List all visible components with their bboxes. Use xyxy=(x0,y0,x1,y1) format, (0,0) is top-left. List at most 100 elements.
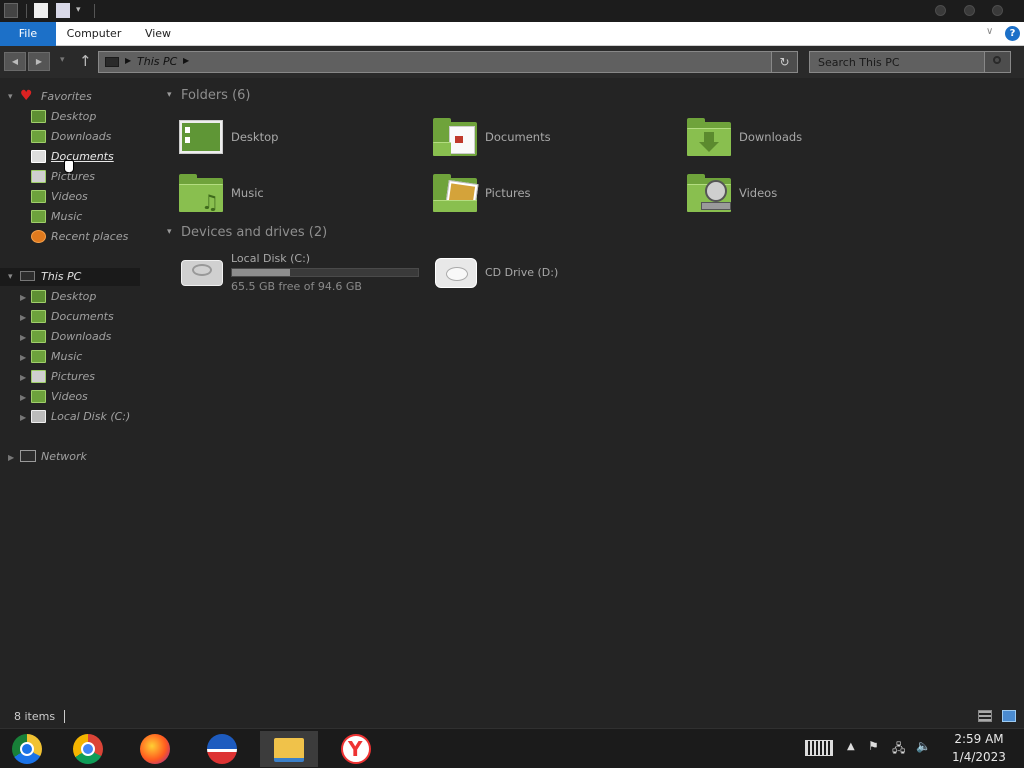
large-icons-view-icon[interactable] xyxy=(1002,710,1016,722)
up-arrow-icon[interactable]: ↑ xyxy=(79,52,92,70)
folder-tile-desktop[interactable]: Desktop xyxy=(179,118,419,162)
hard-drive-icon xyxy=(181,260,223,286)
nav-favorites-label: Favorites xyxy=(41,90,92,103)
action-center-flag-icon[interactable]: ⚑ xyxy=(868,739,879,753)
documents-folder-icon xyxy=(31,310,46,323)
maximize-button[interactable] xyxy=(964,5,975,16)
music-folder-icon xyxy=(31,210,46,223)
clock-time[interactable]: 2:59 AM xyxy=(944,732,1014,746)
search-input[interactable]: Search This PC xyxy=(818,56,900,69)
drive-tile-local-disk[interactable]: Local Disk (C:) 65.5 GB free of 94.6 GB xyxy=(179,252,419,296)
customize-chevron-icon[interactable]: ▾ xyxy=(76,5,81,15)
pictures-folder-icon xyxy=(433,174,479,212)
touch-keyboard-icon[interactable] xyxy=(805,740,833,756)
collapse-arrow-icon[interactable]: ▾ xyxy=(167,90,172,100)
recent-places-icon xyxy=(31,230,46,243)
navigation-pane: ▾ ♥ Favorites Desktop Downloads Document… xyxy=(0,78,150,698)
videos-folder-icon xyxy=(31,390,46,403)
back-button[interactable]: ◀ xyxy=(4,52,26,71)
properties-icon[interactable] xyxy=(34,3,48,18)
folders-group-header[interactable]: Folders (6) xyxy=(181,88,251,103)
collapse-arrow-icon[interactable]: ▾ xyxy=(8,92,13,102)
expand-arrow-icon[interactable]: ▶ xyxy=(20,293,26,302)
videos-folder-icon xyxy=(687,174,731,212)
new-folder-icon[interactable] xyxy=(56,3,70,18)
address-bar[interactable]: ▶ This PC ▶ ↻ xyxy=(98,51,798,73)
videos-folder-icon xyxy=(31,190,46,203)
network-tray-icon[interactable]: 🖧 xyxy=(892,739,905,760)
folder-label: Pictures xyxy=(485,186,531,200)
tab-computer[interactable]: Computer xyxy=(62,22,126,46)
chrome-taskbar-icon[interactable] xyxy=(61,731,115,767)
refresh-icon[interactable]: ↻ xyxy=(771,52,797,72)
nav-network-label: Network xyxy=(41,450,87,463)
taskbar: Y ▲ ⚑ 🖧 🔈 2:59 AM 1/4/2023 xyxy=(0,728,1024,768)
collapse-arrow-icon[interactable]: ▾ xyxy=(167,227,172,237)
computer-icon xyxy=(20,271,35,281)
folder-label: Desktop xyxy=(231,130,279,144)
drive-name: CD Drive (D:) xyxy=(485,266,559,279)
folder-label: Documents xyxy=(485,130,551,144)
forward-button[interactable]: ▶ xyxy=(28,52,50,71)
folder-tile-downloads[interactable]: Downloads xyxy=(687,118,927,162)
drive-icon xyxy=(31,410,46,423)
collapse-arrow-icon[interactable]: ▾ xyxy=(8,272,13,282)
drive-name: Local Disk (C:) xyxy=(231,252,311,265)
expand-arrow-icon[interactable]: ▶ xyxy=(8,453,14,462)
close-button[interactable] xyxy=(992,5,1003,16)
nav-network[interactable]: Network xyxy=(41,448,87,466)
status-bar: 8 items xyxy=(0,706,1024,728)
computer-icon xyxy=(105,57,119,67)
breadcrumb-chevron-icon[interactable]: ▶ xyxy=(183,56,189,65)
documents-folder-icon xyxy=(433,118,477,156)
folder-tile-music[interactable]: ♫ Music xyxy=(179,174,419,218)
drive-tile-cd-drive[interactable]: CD Drive (D:) xyxy=(433,252,673,296)
nav-this-pc[interactable]: This PC xyxy=(41,268,81,286)
yandex-taskbar-icon[interactable]: Y xyxy=(329,731,383,767)
navigation-bar: ◀ ▶ ▾ ↑ ▶ This PC ▶ ↻ Search This PC xyxy=(0,46,1024,78)
heart-icon: ♥ xyxy=(20,88,33,104)
clock-date[interactable]: 1/4/2023 xyxy=(944,750,1014,764)
music-folder-icon xyxy=(31,350,46,363)
nav-favorites[interactable]: Favorites xyxy=(41,88,92,106)
folder-tile-pictures[interactable]: Pictures xyxy=(433,174,673,218)
network-icon xyxy=(20,450,36,462)
recent-locations-icon[interactable]: ▾ xyxy=(60,55,65,65)
title-bar: ▾ xyxy=(0,0,1024,22)
item-count: 8 items xyxy=(14,710,56,723)
browser-taskbar-icon[interactable] xyxy=(195,731,249,767)
tab-view[interactable]: View xyxy=(136,22,180,46)
chrome-canary-taskbar-icon[interactable] xyxy=(0,731,54,767)
search-box[interactable]: Search This PC xyxy=(809,51,1011,73)
drive-free-space: 65.5 GB free of 94.6 GB xyxy=(231,280,362,293)
separator xyxy=(64,710,65,723)
documents-folder-icon xyxy=(31,150,46,163)
expand-arrow-icon[interactable]: ▶ xyxy=(20,393,26,402)
breadcrumb-this-pc[interactable]: This PC xyxy=(137,55,177,68)
volume-icon[interactable]: 🔈 xyxy=(916,739,931,753)
expand-arrow-icon[interactable]: ▶ xyxy=(20,333,26,342)
expand-arrow-icon[interactable]: ▶ xyxy=(20,373,26,382)
folder-label: Videos xyxy=(739,186,778,200)
expand-arrow-icon[interactable]: ▶ xyxy=(20,353,26,362)
minimize-button[interactable] xyxy=(935,5,946,16)
ribbon-expand-chevron-icon[interactable]: ∨ xyxy=(986,26,993,37)
expand-arrow-icon[interactable]: ▶ xyxy=(20,413,26,422)
file-explorer-taskbar-icon[interactable] xyxy=(260,731,318,767)
devices-group-header[interactable]: Devices and drives (2) xyxy=(181,225,327,240)
desktop-folder-icon xyxy=(31,290,46,303)
expand-arrow-icon[interactable]: ▶ xyxy=(20,313,26,322)
tab-file[interactable]: File xyxy=(0,22,56,46)
music-folder-icon: ♫ xyxy=(179,174,223,212)
details-view-icon[interactable] xyxy=(978,710,992,722)
search-icon[interactable] xyxy=(984,52,1010,72)
drive-usage-fill xyxy=(232,269,290,276)
app-menu-icon[interactable] xyxy=(4,3,18,18)
folder-tile-documents[interactable]: Documents xyxy=(433,118,673,162)
firefox-taskbar-icon[interactable] xyxy=(128,731,182,767)
breadcrumb-chevron-icon[interactable]: ▶ xyxy=(125,56,131,65)
show-hidden-icons-icon[interactable]: ▲ xyxy=(847,741,855,752)
drive-usage-bar xyxy=(231,268,419,277)
folder-tile-videos[interactable]: Videos xyxy=(687,174,927,218)
help-icon[interactable]: ? xyxy=(1005,26,1020,41)
